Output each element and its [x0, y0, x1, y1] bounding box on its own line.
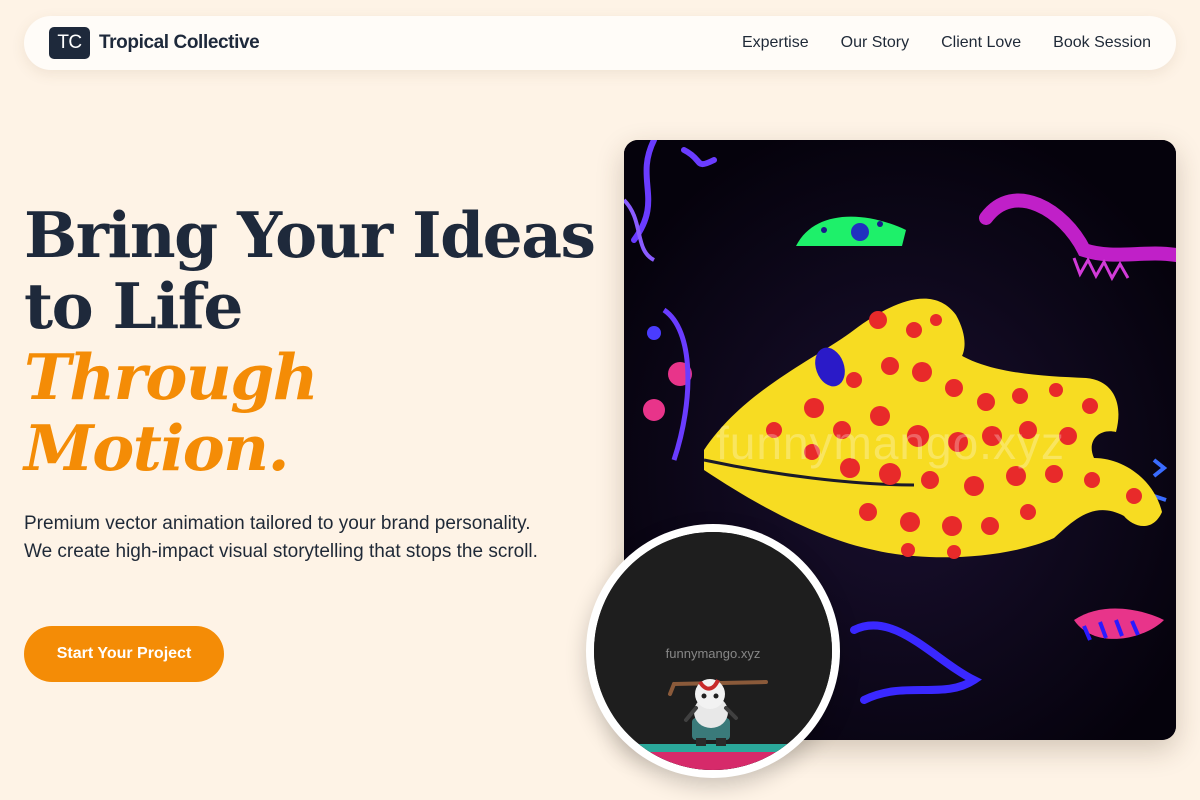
brand[interactable]: TC Tropical Collective: [49, 27, 260, 59]
thumbnail-preview[interactable]: funnymango.xyz: [586, 524, 840, 778]
hero-title-accent-line-1: Through: [24, 340, 319, 414]
thumbnail-watermark: funnymango.xyz: [665, 646, 761, 661]
hero-title-line-2: to Life: [24, 269, 243, 343]
brand-name: Tropical Collective: [99, 32, 260, 53]
navbar: TC Tropical Collective Expertise Our Sto…: [24, 16, 1176, 70]
nav-link-expertise[interactable]: Expertise: [742, 34, 809, 52]
nav-link-client-love[interactable]: Client Love: [941, 34, 1021, 52]
nav-link-book-session[interactable]: Book Session: [1053, 34, 1151, 52]
start-project-button[interactable]: Start Your Project: [24, 626, 224, 682]
nav-links: Expertise Our Story Client Love Book Ses…: [742, 34, 1151, 52]
thumbnail-image: funnymango.xyz: [594, 532, 832, 770]
main-image-watermark: funnymango.xyz: [716, 417, 1065, 469]
brand-logo-mark: TC: [49, 27, 90, 59]
hero-description: Premium vector animation tailored to you…: [24, 513, 538, 562]
hero-title-line-1: Bring Your Ideas: [24, 198, 596, 272]
nav-link-our-story[interactable]: Our Story: [841, 34, 909, 52]
hero-title: Bring Your Ideas to Life Through Motion.: [24, 198, 596, 485]
hero-title-accent-line-2: Motion.: [24, 411, 290, 485]
